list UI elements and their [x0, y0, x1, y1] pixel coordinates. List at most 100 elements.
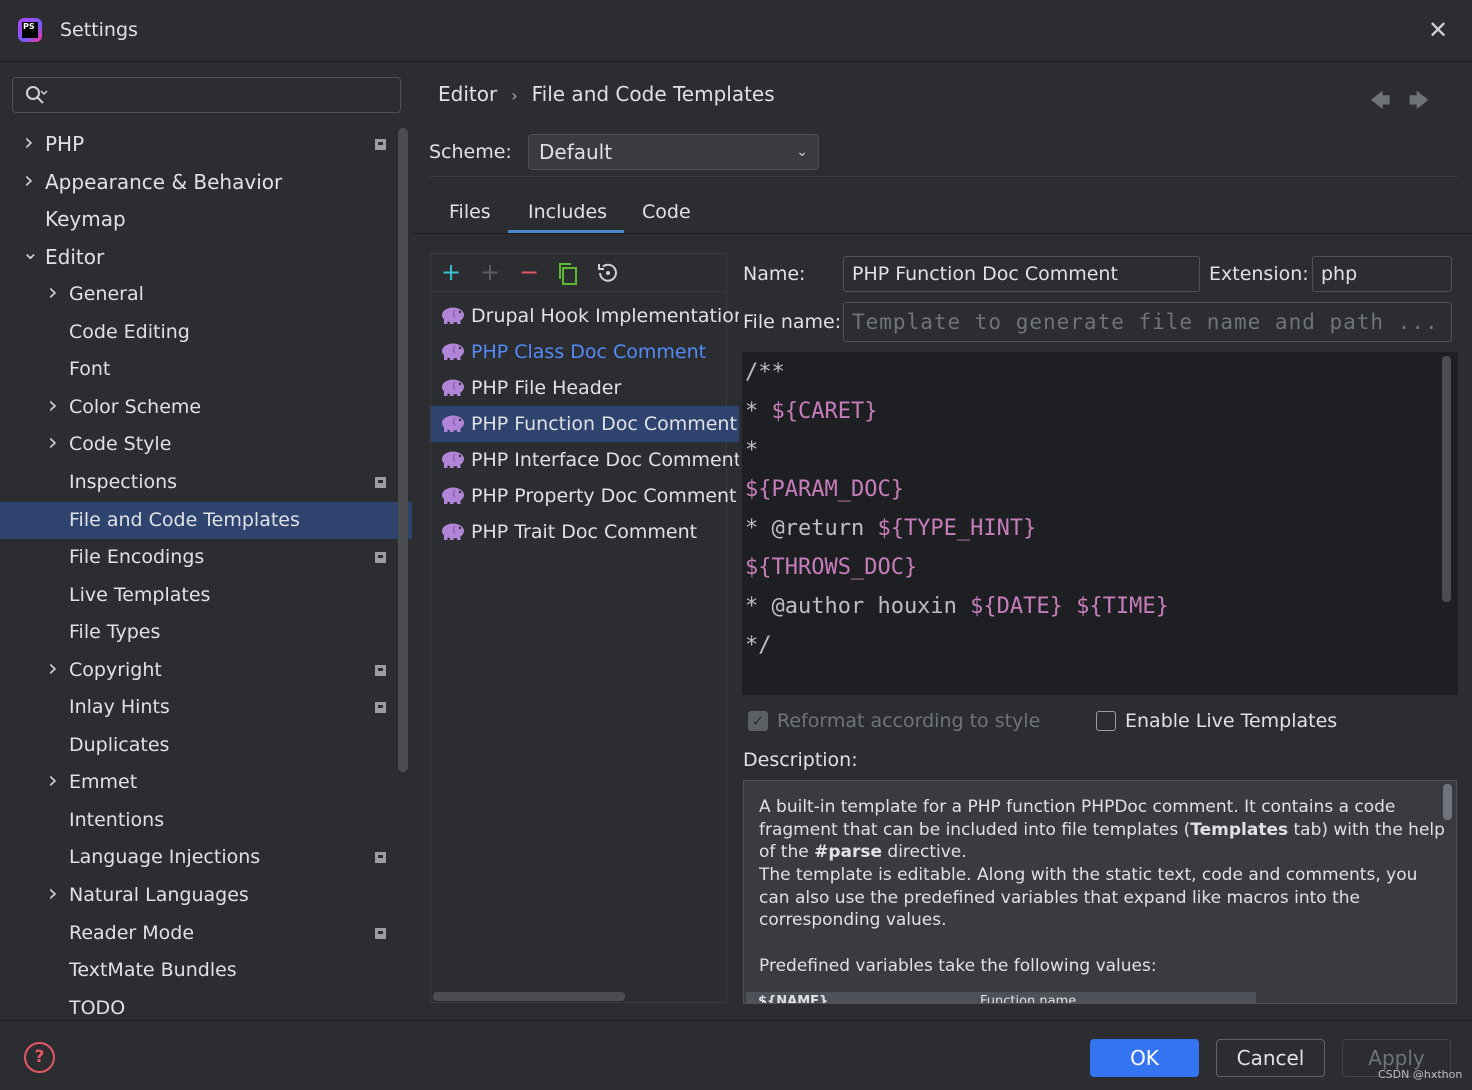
sidebar-item-reader-mode[interactable]: Reader Mode	[0, 915, 412, 952]
filename-label: File name:	[743, 311, 842, 333]
chevron-right-icon[interactable]: ›	[48, 387, 58, 424]
description-scrollbar[interactable]	[1443, 784, 1452, 820]
phpstorm-logo-icon: PS	[18, 18, 42, 42]
template-name: PHP Interface Doc Comment	[471, 449, 739, 471]
copy-template-icon[interactable]	[557, 262, 579, 286]
chevron-right-icon[interactable]: ›	[24, 162, 34, 199]
breadcrumb-parent[interactable]: Editor	[438, 82, 497, 106]
sidebar-item-textmate-bundles[interactable]: TextMate Bundles	[0, 952, 412, 989]
sidebar-item-natural-languages[interactable]: › Natural Languages	[0, 877, 412, 914]
chevron-right-icon[interactable]: ›	[24, 126, 34, 161]
search-icon	[26, 86, 48, 104]
project-level-icon	[375, 139, 386, 150]
sidebar-item-intentions[interactable]: Intentions	[0, 802, 412, 839]
help-icon[interactable]: ?	[24, 1042, 55, 1073]
template-name: PHP Property Doc Comment	[471, 485, 737, 507]
chevron-down-icon[interactable]: ⌄	[22, 234, 39, 271]
chevron-right-icon[interactable]: ›	[48, 875, 58, 912]
sidebar-item-label: Live Templates	[69, 583, 211, 606]
filename-field[interactable]: Template to generate file name and path …	[843, 302, 1452, 342]
sidebar-item-code-style[interactable]: › Code Style	[0, 426, 412, 463]
template-list-item[interactable]: PHP Property Doc Comment	[431, 478, 739, 514]
sidebar-item-todo[interactable]: TODO	[0, 990, 412, 1020]
remove-template-icon[interactable]: −	[519, 258, 539, 286]
sidebar-item-inlay-hints[interactable]: Inlay Hints	[0, 689, 412, 726]
list-hscrollbar[interactable]	[433, 992, 625, 1001]
chevron-right-icon[interactable]: ›	[48, 274, 58, 311]
sidebar-item-inspections[interactable]: Inspections	[0, 464, 412, 501]
title-bar: PS Settings ✕	[0, 0, 1472, 62]
tab-divider	[412, 233, 1472, 234]
ok-button[interactable]: OK	[1090, 1039, 1199, 1077]
sidebar-item-file-encodings[interactable]: File Encodings	[0, 539, 412, 576]
php-elephant-icon	[442, 307, 464, 324]
cancel-button[interactable]: Cancel	[1216, 1039, 1325, 1077]
template-list-item[interactable]: PHP Interface Doc Comment	[431, 442, 739, 478]
extension-field[interactable]: php	[1312, 256, 1452, 292]
template-list-item[interactable]: PHP Trait Doc Comment	[431, 514, 739, 550]
sidebar-item-php[interactable]: › PHP	[0, 126, 412, 163]
sidebar-item-emmet[interactable]: › Emmet	[0, 764, 412, 801]
template-name: PHP Class Doc Comment	[471, 341, 707, 363]
sidebar-item-live-templates[interactable]: Live Templates	[0, 577, 412, 614]
editor-scrollbar[interactable]	[1442, 356, 1451, 602]
add-template-icon[interactable]: +	[441, 258, 461, 286]
sidebar-item-file-types[interactable]: File Types	[0, 614, 412, 651]
chevron-down-icon: ⌄	[796, 144, 808, 160]
reset-template-icon[interactable]	[595, 261, 619, 285]
extension-label: Extension:	[1209, 263, 1309, 285]
template-code-editor[interactable]: /** * ${CARET} * ${PARAM_DOC} * @return …	[742, 352, 1458, 695]
sidebar-item-font[interactable]: Font	[0, 351, 412, 388]
back-arrow-icon[interactable]: 🡄	[1370, 88, 1391, 112]
live-templates-checkbox[interactable]	[1096, 711, 1116, 731]
forward-arrow-icon[interactable]: 🡆	[1409, 88, 1430, 112]
sidebar-item-code-editing[interactable]: Code Editing	[0, 314, 412, 351]
code-line: /**	[745, 360, 785, 385]
tab-code[interactable]: Code	[626, 196, 706, 234]
sidebar-item-label: File Encodings	[69, 546, 205, 569]
tree-scrollbar[interactable]	[398, 128, 408, 772]
chevron-right-icon[interactable]: ›	[48, 650, 58, 687]
sidebar-item-label: File and Code Templates	[69, 508, 300, 531]
sidebar-item-duplicates[interactable]: Duplicates	[0, 727, 412, 764]
close-icon[interactable]: ✕	[1428, 16, 1448, 44]
project-level-icon	[375, 664, 386, 676]
template-list-item[interactable]: PHP Class Doc Comment	[431, 334, 739, 370]
project-level-icon	[375, 702, 386, 714]
code-line: ${PARAM_DOC}	[745, 477, 904, 502]
scheme-dropdown[interactable]: Default ⌄	[528, 134, 819, 170]
sidebar-item-general[interactable]: › General	[0, 276, 412, 313]
sidebar-item-label: PHP	[45, 132, 85, 156]
sidebar-item-language-injections[interactable]: Language Injections	[0, 839, 412, 876]
sidebar-item-color-scheme[interactable]: › Color Scheme	[0, 389, 412, 426]
project-level-icon	[375, 476, 386, 488]
sidebar-item-copyright[interactable]: › Copyright	[0, 652, 412, 689]
code-line: * @return ${TYPE_HINT}	[745, 516, 1037, 541]
sidebar-item-keymap[interactable]: Keymap	[0, 201, 412, 238]
template-name: Drupal Hook Implementation	[471, 305, 739, 327]
chevron-right-icon[interactable]: ›	[48, 424, 58, 461]
breadcrumb-current: File and Code Templates	[531, 82, 775, 106]
sidebar-item-label: Intentions	[69, 808, 165, 831]
sidebar-item-editor[interactable]: ⌄ Editor	[0, 239, 412, 276]
sidebar-item-appearance-behavior[interactable]: › Appearance & Behavior	[0, 164, 412, 201]
template-list-item[interactable]: Drupal Hook Implementation	[431, 298, 739, 334]
php-elephant-icon	[442, 487, 464, 504]
tab-includes[interactable]: Includes	[508, 196, 624, 234]
dialog-footer: ? OK Cancel Apply	[0, 1020, 1472, 1090]
tab-files[interactable]: Files	[430, 196, 510, 234]
sidebar-item-label: Inlay Hints	[69, 696, 170, 719]
template-list-panel: + + − Drupal Hook Implementation PHP Clas…	[430, 253, 739, 1003]
settings-tree: › PHP › Appearance & Behavior Keymap ⌄ Editor ›…	[0, 126, 412, 1020]
chevron-right-icon[interactable]: ›	[48, 762, 58, 799]
name-field[interactable]: PHP Function Doc Comment	[843, 256, 1200, 292]
add-child-icon[interactable]: +	[480, 258, 500, 286]
watermark: CSDN @hxthon	[1378, 1068, 1463, 1081]
template-list-item[interactable]: PHP File Header	[431, 370, 739, 406]
settings-search-input[interactable]	[12, 77, 401, 113]
project-level-icon	[375, 552, 386, 564]
template-list-item[interactable]: PHP Function Doc Comment	[431, 406, 739, 442]
live-templates-label[interactable]: Enable Live Templates	[1125, 710, 1337, 732]
sidebar-item-file-and-code-templates[interactable]: File and Code Templates	[0, 501, 412, 539]
reformat-checkbox[interactable]: ✓	[748, 711, 768, 731]
